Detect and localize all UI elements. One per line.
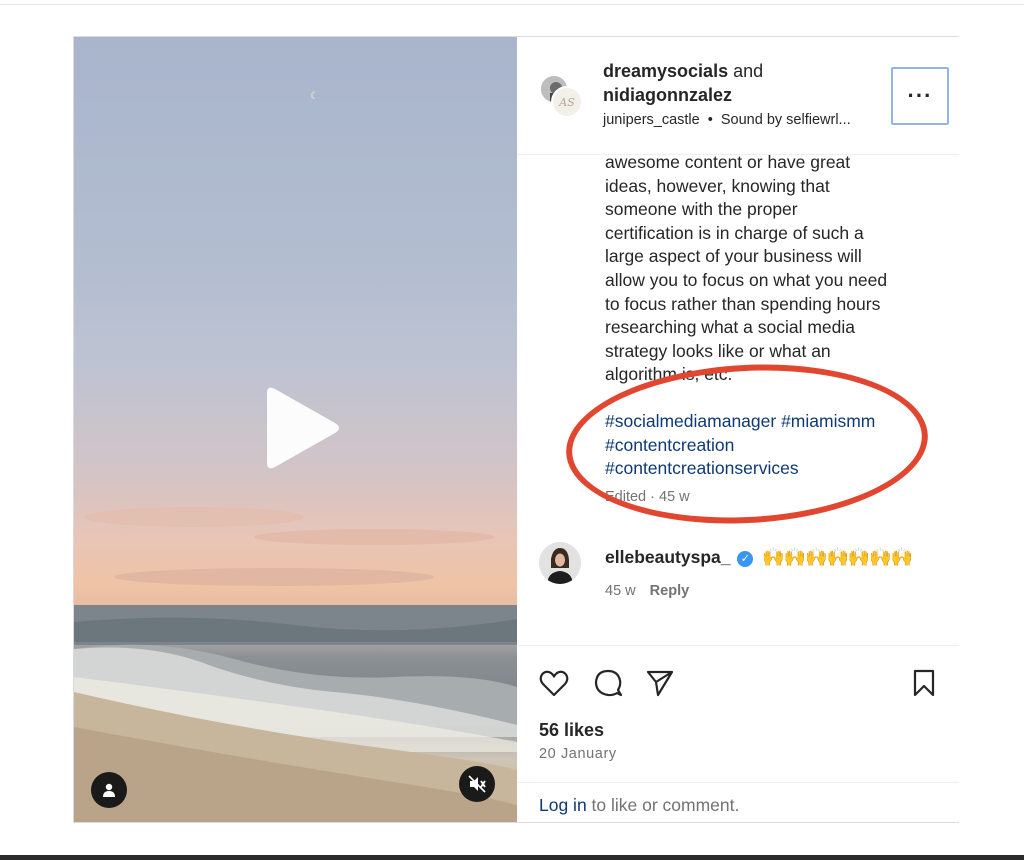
- caption-line: certification is in charge of such a: [605, 222, 864, 243]
- post-date: 20 January: [539, 746, 617, 762]
- login-prompt: Log in to like or comment.: [517, 782, 959, 822]
- comment-content: ellebeautyspa_ ✓ 🙌🙌🙌🙌🙌🙌🙌: [605, 547, 913, 568]
- user-tag-icon[interactable]: [91, 772, 127, 808]
- login-prompt-text: Log in to like or comment.: [539, 795, 739, 816]
- post-header: AS dreamysocials and nidiagonnzalez juni…: [517, 37, 959, 155]
- ellipsis-icon: ···: [907, 83, 933, 108]
- login-rest: to like or comment.: [586, 795, 740, 815]
- paper-plane-icon[interactable]: [643, 666, 677, 700]
- post-caption: awesome content or have great ideas, how…: [605, 151, 925, 481]
- caption-line: allow you to focus on what you need: [605, 269, 888, 290]
- caption-line: large aspect of your business will: [605, 246, 862, 267]
- collab-avatars[interactable]: AS: [539, 74, 587, 122]
- login-link[interactable]: Log in: [539, 795, 587, 815]
- caption-line: algorithm is, etc.: [605, 364, 733, 385]
- hashtag-link[interactable]: #contentcreation: [605, 434, 925, 458]
- bottom-bar: [0, 855, 1024, 860]
- location-link[interactable]: junipers_castle: [603, 112, 700, 128]
- top-divider: [0, 4, 1024, 5]
- hashtag-link[interactable]: #socialmediamanager #miamismm: [605, 410, 925, 434]
- instagram-post: ☾ AS dreamysocials and nidiagonnzalez ju…: [73, 36, 959, 823]
- reply-button[interactable]: Reply: [650, 583, 690, 599]
- comment-age: 45 w: [605, 583, 636, 599]
- likes-count[interactable]: 56 likes: [539, 720, 604, 741]
- comment-bubble-icon[interactable]: [591, 666, 625, 700]
- bookmark-icon[interactable]: [907, 666, 941, 700]
- post-subtitle: junipers_castle • Sound by selfiewrl...: [603, 112, 851, 128]
- caption-line: researching what a social media: [605, 317, 855, 338]
- author-link[interactable]: dreamysocials: [603, 61, 728, 81]
- comment-username[interactable]: ellebeautyspa_: [605, 547, 730, 567]
- comment-text: 🙌🙌🙌🙌🙌🙌🙌: [762, 547, 913, 567]
- caption-line: awesome content or have great: [605, 152, 851, 172]
- comment-item: ellebeautyspa_ ✓ 🙌🙌🙌🙌🙌🙌🙌 45 w Reply: [539, 542, 949, 602]
- avatar: AS: [551, 86, 583, 118]
- author-link[interactable]: nidiagonnzalez: [603, 85, 732, 105]
- post-authors: dreamysocials and nidiagonnzalez: [603, 59, 883, 107]
- caption-line: to focus rather than spending hours: [605, 293, 881, 314]
- play-icon[interactable]: [259, 383, 343, 473]
- heart-icon[interactable]: [537, 666, 571, 700]
- post-side-panel: AS dreamysocials and nidiagonnzalez juni…: [517, 37, 959, 822]
- audio-link[interactable]: Sound by selfiewrl...: [721, 112, 851, 128]
- separator-dot: •: [707, 112, 713, 128]
- hashtags: #socialmediamanager #miamismm #contentcr…: [605, 410, 925, 481]
- edited-timestamp: Edited · 45 w: [605, 489, 690, 505]
- caption-line: ideas, however, knowing that: [605, 175, 830, 196]
- moon-icon: ☾: [310, 91, 319, 102]
- speaker-muted-icon[interactable]: [459, 766, 495, 802]
- post-video[interactable]: ☾: [74, 37, 517, 822]
- avatar[interactable]: [539, 542, 581, 584]
- caption-line: strategy looks like or what an: [605, 340, 831, 361]
- more-options-button[interactable]: ···: [891, 67, 949, 125]
- verified-badge-icon: ✓: [737, 551, 754, 567]
- hashtag-link[interactable]: #contentcreationservices: [605, 457, 925, 481]
- authors-joiner: and: [733, 61, 764, 81]
- comment-meta: 45 w Reply: [605, 583, 689, 599]
- caption-line: someone with the proper: [605, 199, 798, 220]
